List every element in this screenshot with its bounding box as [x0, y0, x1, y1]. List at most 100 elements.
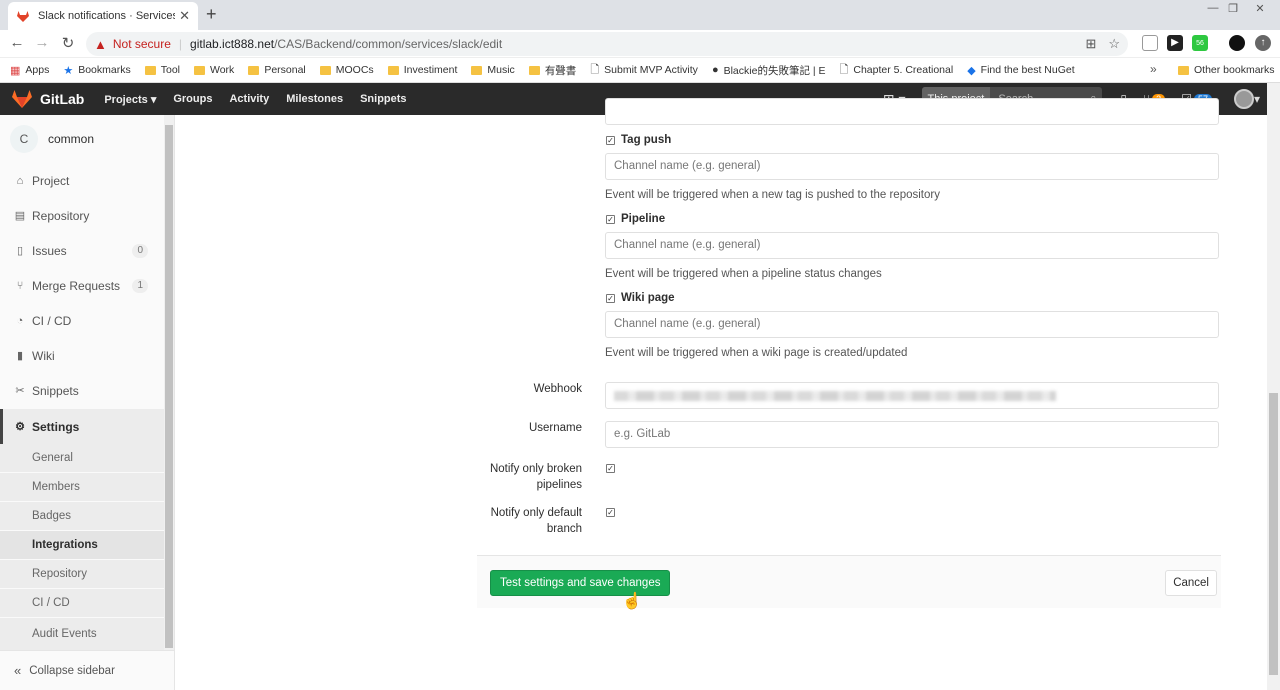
more-bookmarks-icon[interactable]: » [1150, 62, 1157, 76]
folder-icon [319, 65, 331, 75]
username-label: Username [528, 422, 582, 434]
bookmark-tool[interactable]: Tool [144, 64, 180, 76]
sidebar-item-issues[interactable]: ▯ Issues 0 [0, 233, 164, 268]
wiki-page-help: Event will be triggered when a wiki page… [605, 347, 908, 359]
sidebar-subitem-members[interactable]: Members [0, 473, 164, 501]
bookmark-star-icon[interactable]: ☆ [1108, 36, 1120, 52]
url-field[interactable]: ▲ Not secure | gitlab.ict888.net/CAS/Bac… [86, 32, 1128, 56]
menu-icon[interactable]: ↑ [1255, 35, 1271, 51]
bookmark-audiobooks[interactable]: 有聲書 [528, 63, 576, 78]
username-input[interactable]: e.g. GitLab [605, 421, 1219, 448]
page-icon: 🗋 [839, 63, 849, 76]
line-extension-icon[interactable]: 56 [1192, 35, 1208, 51]
blurred-webhook-value [614, 391, 1056, 401]
wiki-page-label: Wiki page [621, 292, 675, 304]
project-sidebar: C common ⌂ Project ▤ Repository ▯ Issues 0 ⑂… [0, 115, 175, 690]
test-and-save-button[interactable]: Test settings and save changes [490, 570, 671, 596]
sidebar-subitem-audit-events[interactable]: Audit Events [0, 618, 164, 650]
webhook-input[interactable] [605, 382, 1219, 409]
other-bookmarks[interactable]: Other bookmarks [1178, 64, 1275, 76]
bookmark-work[interactable]: Work [194, 64, 234, 76]
gitlab-logo[interactable]: GitLab [12, 90, 84, 108]
new-tab-button[interactable]: + [206, 4, 217, 25]
page-scrollbar[interactable] [1267, 83, 1280, 690]
folder-icon [144, 65, 156, 75]
folder-icon [194, 65, 205, 75]
wiki-page-channel-input[interactable]: Channel name (e.g. general) [605, 311, 1219, 338]
collapse-sidebar-button[interactable]: «Collapse sidebar [0, 650, 174, 690]
pipeline-checkbox[interactable]: ✓ [606, 215, 615, 224]
sidebar-subitem-general[interactable]: General [0, 444, 164, 472]
reload-icon[interactable]: ↻ [60, 34, 76, 52]
media-extension-icon[interactable]: ▶ [1167, 35, 1183, 51]
sidebar-item-wiki[interactable]: ▮ Wiki [0, 338, 164, 373]
browser-tab[interactable]: Slack notifications · Services · Set ✕ [8, 2, 198, 30]
warning-icon: ▲ [94, 36, 107, 52]
bookmark-mvp[interactable]: 🗋 Submit MVP Activity [590, 61, 698, 80]
restore-icon[interactable]: ❐ [1225, 2, 1241, 15]
bookmark-nuget[interactable]: ◆ Find the best NuGet [967, 64, 1074, 77]
rocket-icon: ◔ [16, 314, 24, 327]
nav-milestones[interactable]: Milestones [286, 93, 343, 105]
page-scroll-thumb[interactable] [1269, 393, 1278, 675]
double-chevron-left-icon: « [14, 663, 22, 678]
project-name: common [48, 132, 95, 146]
bookmark-bookmarks[interactable]: ★ Bookmarks [63, 64, 130, 77]
sidebar-subitem-integrations[interactable]: Integrations [0, 531, 164, 559]
pipeline-help: Event will be triggered when a pipeline … [605, 268, 882, 280]
cancel-button[interactable]: Cancel [1165, 570, 1217, 596]
sidebar-scroll-thumb[interactable] [165, 125, 173, 648]
bookmark-music[interactable]: Music [471, 64, 515, 76]
nav-projects[interactable]: Projects ▾ [104, 93, 156, 106]
bookmark-blackie[interactable]: ● Blackie的失敗筆記 | E [712, 63, 826, 78]
sidebar-item-settings[interactable]: ⚙ Settings [0, 409, 164, 444]
folder-icon [248, 65, 260, 75]
folder-icon [471, 65, 483, 75]
sidebar-item-merge-requests[interactable]: ⑂ Merge Requests 1 [0, 268, 164, 303]
sidebar-subitem-badges[interactable]: Badges [0, 502, 164, 530]
nav-groups[interactable]: Groups [173, 93, 212, 105]
avatar-icon: ● [711, 64, 719, 76]
folder-icon [387, 65, 399, 75]
window-close-icon[interactable]: ✕ [1252, 2, 1268, 15]
notify-default-checkbox[interactable]: ✓ [606, 508, 615, 517]
apps-grid-icon: ▦ [10, 64, 21, 77]
tab-title: Slack notifications · Services · Set [38, 10, 176, 22]
sidebar-subitem-ci-cd[interactable]: CI / CD [0, 589, 164, 617]
minimize-icon[interactable]: — [1205, 2, 1221, 14]
sidebar-project-header[interactable]: C common [0, 115, 174, 163]
back-icon[interactable]: ← [9, 34, 25, 51]
nav-activity[interactable]: Activity [229, 93, 269, 105]
translate-icon[interactable]: ⊞ [1085, 36, 1096, 52]
close-tab-icon[interactable]: ✕ [179, 8, 190, 24]
tag-push-checkbox[interactable]: ✓ [606, 136, 615, 145]
tag-push-channel-input[interactable]: Channel name (e.g. general) [605, 153, 1219, 180]
bookmark-apps[interactable]: ▦ Apps [10, 64, 49, 77]
channel-input-previous[interactable] [605, 98, 1219, 125]
sidebar-item-snippets[interactable]: ✂ Snippets [0, 373, 164, 408]
gitlab-favicon-icon [17, 11, 29, 22]
sidebar-subitem-repository[interactable]: Repository [0, 560, 164, 588]
forward-icon[interactable]: → [34, 34, 50, 51]
extension-icon[interactable] [1142, 35, 1158, 51]
bookmark-personal[interactable]: Personal [248, 64, 306, 76]
notify-broken-label: Notify only broken pipelines [489, 463, 582, 491]
webhook-label: Webhook [533, 383, 582, 395]
sidebar-item-project[interactable]: ⌂ Project [0, 163, 164, 198]
folder-icon [1178, 65, 1189, 75]
sidebar-item-repository[interactable]: ▤ Repository [0, 198, 164, 233]
user-menu[interactable]: ▾ [1228, 89, 1260, 109]
pipeline-channel-input[interactable]: Channel name (e.g. general) [605, 232, 1219, 259]
profile-icon[interactable] [1229, 35, 1245, 51]
project-avatar: C [10, 125, 38, 153]
issues-count: 0 [132, 243, 148, 258]
nav-snippets[interactable]: Snippets [360, 93, 406, 105]
notify-broken-checkbox[interactable]: ✓ [606, 464, 615, 473]
bookmark-moocs[interactable]: MOOCs [319, 64, 374, 76]
sidebar-item-ci-cd[interactable]: ◔ CI / CD [0, 303, 164, 338]
wiki-page-checkbox[interactable]: ✓ [606, 294, 615, 303]
bookmark-chapter5[interactable]: 🗋 Chapter 5. Creational [840, 61, 954, 80]
bookmark-investiment[interactable]: Investiment [387, 64, 457, 76]
sidebar-scrollbar[interactable] [164, 115, 174, 650]
gear-icon: ⚙ [15, 421, 25, 433]
